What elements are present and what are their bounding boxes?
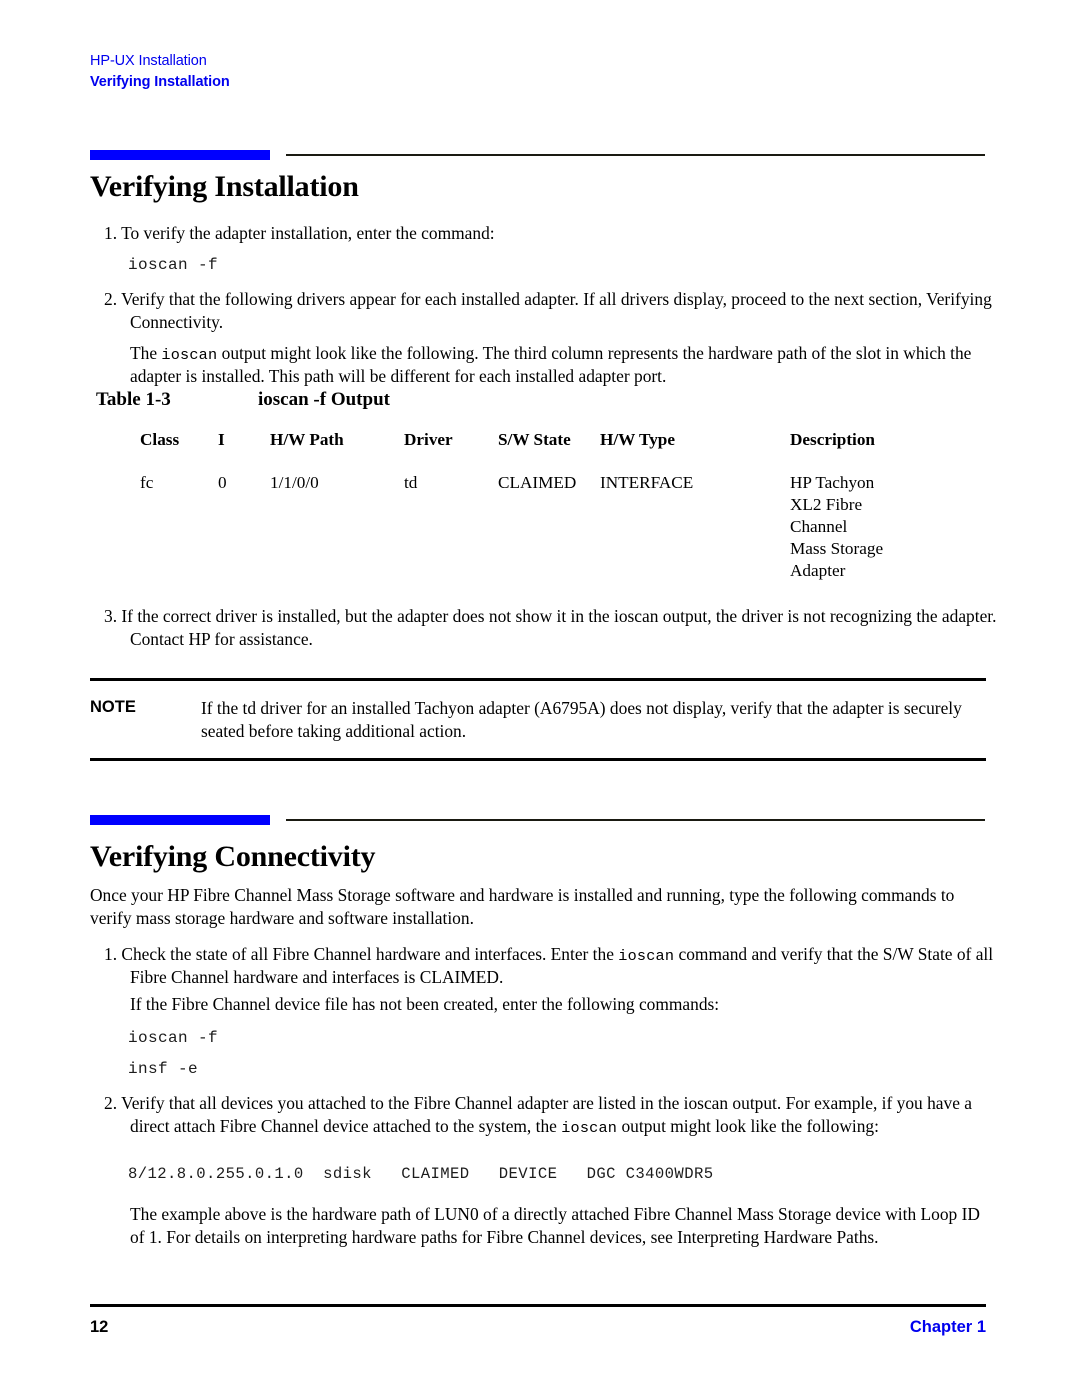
description-line: Adapter (790, 561, 846, 581)
table-caption: Table 1-3 ioscan -f Output (96, 389, 390, 411)
table-header-row: Class I H/W Path Driver S/W State H/W Ty… (140, 430, 970, 472)
paragraph-device-file: If the Fibre Channel device file has not… (130, 994, 720, 1014)
step-3-driver-not-recognized: 3. If the correct driver is installed, b… (104, 606, 997, 650)
table-row: fc 0 1/1/0/0 td CLAIMED INTERFACE HP Tac… (140, 472, 970, 582)
paragraph-text-a: The (130, 343, 162, 363)
table-header-hw-path: H/W Path (270, 430, 344, 449)
ioscan-output-table: Class I H/W Path Driver S/W State H/W Ty… (140, 430, 970, 582)
section-accent-bar (90, 150, 270, 160)
section-rule-verifying-installation (90, 150, 985, 160)
footer-chapter-label: Chapter 1 (909, 1318, 986, 1336)
footer-rule (90, 1304, 986, 1307)
table-header-instance: I (218, 430, 225, 449)
table-header-description: Description (790, 430, 875, 449)
section-heading-verifying-connectivity: Verifying Connectivity (90, 840, 376, 873)
running-header: HP-UX Installation Verifying Installatio… (90, 52, 230, 92)
cell-hw-path: 1/1/0/0 (270, 473, 319, 492)
inline-code-ioscan: ioscan (561, 1119, 618, 1138)
cell-driver: td (404, 473, 418, 492)
description-line: Mass Storage (790, 539, 884, 559)
section-rule-verifying-connectivity (90, 815, 985, 825)
note-admonition: NOTE If the td driver for an installed T… (90, 678, 986, 761)
table-header-sw-state: S/W State (498, 430, 571, 449)
inline-code-ioscan: ioscan (161, 346, 218, 364)
command-ioscan-f-1: ioscan -f (128, 256, 219, 274)
step-2-verify-devices: 2. Verify that all devices you attached … (104, 1092, 1012, 1139)
table-header-hw-type: H/W Type (600, 430, 675, 449)
section-divider-line (286, 819, 985, 821)
description-line: XL2 Fibre (790, 495, 863, 515)
cell-instance: 0 (218, 473, 227, 492)
running-header-section-title: Verifying Installation (90, 74, 230, 91)
section-divider-line (286, 154, 985, 156)
footer-page-number: 12 (90, 1318, 109, 1336)
inline-code-ioscan: ioscan (618, 947, 675, 965)
command-ioscan-f-2: ioscan -f (128, 1029, 219, 1047)
step-text-b: output might look like the following: (617, 1116, 879, 1137)
cell-sw-state: CLAIMED (498, 473, 577, 492)
paragraph-ioscan-output-intro: The ioscan output might look like the fo… (130, 342, 986, 389)
document-page: HP-UX Installation Verifying Installatio… (0, 0, 1080, 1397)
note-label: NOTE (90, 698, 136, 716)
cell-class: fc (140, 473, 154, 492)
section-accent-bar (90, 815, 270, 825)
code-ioscan-sample-output: 8/12.8.0.255.0.1.0 sdisk CLAIMED DEVICE … (128, 1165, 714, 1183)
table-caption-title: ioscan -f Output (258, 389, 390, 410)
paragraph-text-b: output might look like the following. Th… (130, 343, 972, 387)
step-2-verify-drivers: 2. Verify that the following drivers app… (104, 289, 992, 333)
description-line: Channel (790, 517, 848, 537)
step-text-a: 1. Check the state of all Fibre Channel … (104, 944, 619, 964)
table-header-driver: Driver (404, 430, 453, 449)
paragraph-connectivity-intro: Once your HP Fibre Channel Mass Storage … (90, 885, 955, 929)
description-line: HP Tachyon (790, 473, 875, 492)
section-heading-verifying-installation: Verifying Installation (90, 170, 359, 203)
cell-description: HP Tachyon XL2 Fibre Channel Mass Storag… (790, 472, 970, 582)
note-bottom-rule (90, 757, 986, 761)
table-caption-number: Table 1-3 (96, 389, 171, 410)
note-text: If the td driver for an installed Tachyo… (201, 698, 962, 742)
step-1-check-fibre-state: 1. Check the state of all Fibre Channel … (104, 943, 1012, 990)
running-header-book-title: HP-UX Installation (90, 53, 207, 69)
paragraph-closing-hardware-path: The example above is the hardware path o… (130, 1204, 980, 1248)
command-insf-e: insf -e (128, 1060, 199, 1078)
table-header-class: Class (140, 430, 180, 449)
cell-hw-type: INTERFACE (600, 473, 694, 492)
step-1-verify-adapter: 1. To verify the adapter installation, e… (104, 223, 495, 243)
